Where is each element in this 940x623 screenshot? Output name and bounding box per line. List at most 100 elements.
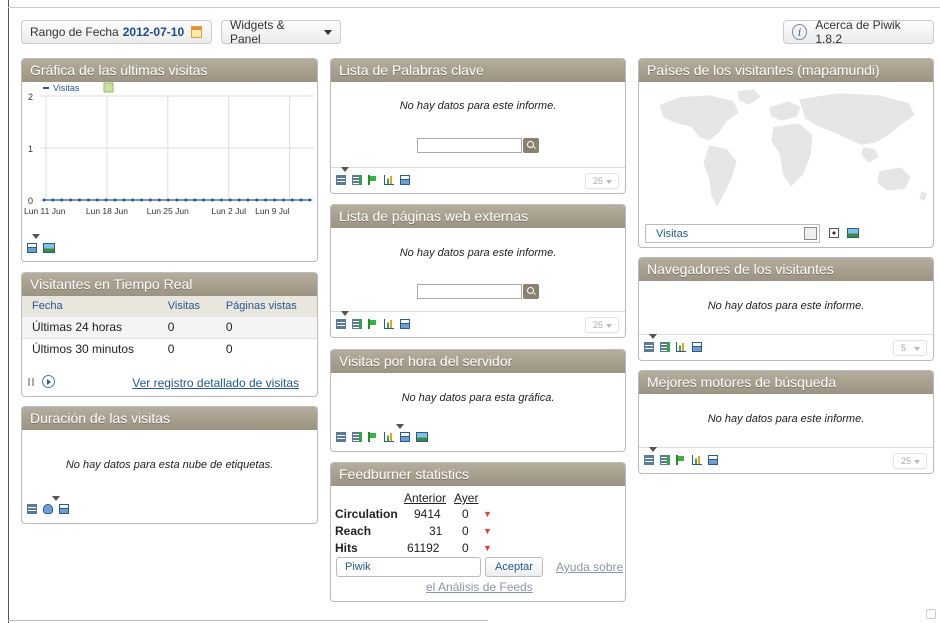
export-icon[interactable] xyxy=(400,432,410,442)
footer-toggle-icon[interactable] xyxy=(649,447,657,452)
search-input[interactable] xyxy=(417,138,522,153)
export-icon[interactable] xyxy=(400,175,410,185)
x-tick-label: Lun 9 Jul xyxy=(255,206,290,216)
data-point xyxy=(131,198,135,202)
feed-help-link-continued[interactable]: el Análisis de Feeds xyxy=(426,580,533,594)
image-export-icon[interactable] xyxy=(847,228,859,238)
widget-footer xyxy=(22,234,317,261)
widget-footer: 25 xyxy=(639,447,933,473)
export-icon[interactable] xyxy=(59,504,69,514)
table-view-icon[interactable] xyxy=(336,432,346,442)
bar-chart-icon[interactable] xyxy=(384,432,394,442)
chevron-down-icon[interactable] xyxy=(804,227,817,240)
date-range-button[interactable]: Rango de Fecha 2012-07-10 xyxy=(21,20,212,44)
widget-visitor-map: Países de los visitantes (mapamundi) Vis… xyxy=(638,58,934,248)
widget-browsers: Navegadores de los visitantes No hay dat… xyxy=(638,257,934,361)
footer-toggle-icon[interactable] xyxy=(649,334,657,339)
image-export-icon[interactable] xyxy=(416,432,428,442)
feed-help-link[interactable]: Ayuda sobre xyxy=(556,560,623,574)
limit-select[interactable]: 5 xyxy=(893,340,927,356)
goals-view-icon[interactable] xyxy=(368,432,378,442)
y-tick-label: 2 xyxy=(28,92,33,102)
resize-icon[interactable] xyxy=(926,609,936,619)
image-export-icon[interactable] xyxy=(43,243,55,253)
table-more-view-icon[interactable] xyxy=(352,175,362,185)
data-point xyxy=(148,198,152,202)
keyword-search xyxy=(417,138,539,153)
table-view-icon[interactable] xyxy=(644,455,654,465)
visitor-log-link[interactable]: Ver registro detallado de visitas xyxy=(132,376,299,390)
limit-select[interactable]: 25 xyxy=(585,317,619,333)
x-tick-label: Lun 18 Jun xyxy=(86,206,128,216)
fullscreen-icon[interactable] xyxy=(829,228,839,238)
window-frame-bottom xyxy=(8,620,488,621)
export-icon[interactable] xyxy=(708,455,718,465)
widget-title: Visitas por hora del servidor xyxy=(331,350,625,373)
widget-outlinks: Lista de páginas web externas No hay dat… xyxy=(330,204,626,338)
table-more-view-icon[interactable] xyxy=(660,455,670,465)
limit-select[interactable]: 25 xyxy=(893,453,927,469)
feed-metric-label: Hits xyxy=(335,541,358,555)
export-icon[interactable] xyxy=(27,243,37,253)
outlink-search xyxy=(417,284,539,299)
world-map[interactable] xyxy=(639,83,934,217)
pause-icon[interactable] xyxy=(28,378,34,386)
data-point xyxy=(202,198,206,202)
data-point xyxy=(210,198,214,202)
table-view-icon[interactable] xyxy=(336,319,346,329)
data-point xyxy=(290,198,294,202)
data-point xyxy=(299,198,303,202)
column-header-date: Fecha xyxy=(22,296,158,316)
data-point xyxy=(113,198,117,202)
table-view-icon[interactable] xyxy=(27,504,37,514)
table-more-view-icon[interactable] xyxy=(352,319,362,329)
goals-view-icon[interactable] xyxy=(368,319,378,329)
widgets-panel-button[interactable]: Widgets & Panel xyxy=(221,18,341,46)
accept-button[interactable]: Aceptar xyxy=(485,557,543,577)
footer-toggle-icon[interactable] xyxy=(341,311,349,316)
data-point xyxy=(42,198,46,202)
data-point xyxy=(140,198,144,202)
bar-chart-icon[interactable] xyxy=(692,455,702,465)
search-input[interactable] xyxy=(417,284,522,299)
table-more-view-icon[interactable] xyxy=(352,432,362,442)
feed-metric-label: Reach xyxy=(335,524,372,538)
data-point xyxy=(166,198,170,202)
column-header-pageviews: Páginas vistas xyxy=(215,296,317,316)
table-view-icon[interactable] xyxy=(644,342,654,352)
export-icon[interactable] xyxy=(692,342,702,352)
y-tick-label: 1 xyxy=(28,144,33,154)
tag-cloud-icon[interactable] xyxy=(43,504,53,514)
about-piwik-button[interactable]: i Acerca de Piwik 1.8.2 xyxy=(783,18,934,46)
widget-visit-duration: Duración de las visitas No hay datos par… xyxy=(21,406,318,524)
search-icon[interactable] xyxy=(523,138,539,153)
about-piwik-label: Acerca de Piwik 1.8.2 xyxy=(815,18,901,46)
table-more-view-icon[interactable] xyxy=(660,342,670,352)
footer-toggle-icon[interactable] xyxy=(341,167,349,172)
search-icon[interactable] xyxy=(523,284,539,299)
widget-title: Gráfica de las últimas visitas xyxy=(22,59,317,82)
data-point xyxy=(193,198,197,202)
data-point xyxy=(308,198,312,202)
column-header-previous: Anterior xyxy=(404,491,447,505)
map-metric-select[interactable]: Visitas xyxy=(645,224,820,243)
bar-chart-icon[interactable] xyxy=(384,319,394,329)
legend-tool-icon xyxy=(103,82,114,93)
goals-view-icon[interactable] xyxy=(368,175,378,185)
table-view-icon[interactable] xyxy=(336,175,346,185)
footer-toggle-icon[interactable] xyxy=(32,234,40,239)
limit-select[interactable]: 25 xyxy=(585,173,619,189)
feed-name-input[interactable]: Piwik xyxy=(336,557,481,577)
data-point xyxy=(255,198,259,202)
window-frame-top xyxy=(8,7,940,8)
goals-view-icon[interactable] xyxy=(676,455,686,465)
footer-toggle-icon[interactable] xyxy=(52,496,60,501)
bar-chart-icon[interactable] xyxy=(676,342,686,352)
no-data-message: No hay datos para este informe. xyxy=(707,300,865,312)
table-row: Últimos 30 minutos 0 0 xyxy=(22,337,317,360)
export-icon[interactable] xyxy=(400,319,410,329)
bar-chart-icon[interactable] xyxy=(384,175,394,185)
arrow-down-icon: ▼ xyxy=(483,526,492,536)
arrow-down-icon: ▼ xyxy=(483,543,492,553)
footer-toggle-icon[interactable] xyxy=(396,424,404,429)
